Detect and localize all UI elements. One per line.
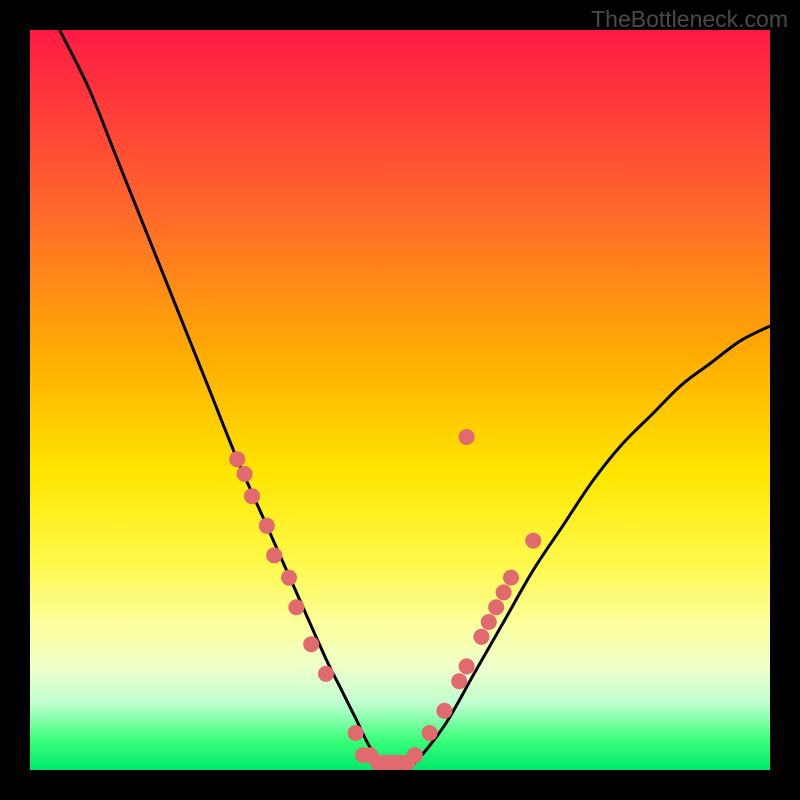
data-marker (422, 725, 438, 741)
data-marker (496, 584, 512, 600)
curve-path (60, 30, 770, 770)
data-marker (436, 703, 452, 719)
plot-area (30, 30, 770, 770)
data-marker (229, 451, 245, 467)
data-marker (244, 488, 260, 504)
data-marker (488, 599, 504, 615)
data-marker (259, 518, 275, 534)
data-marker (348, 725, 364, 741)
data-marker (281, 570, 297, 586)
data-marker (481, 614, 497, 630)
attribution-text: TheBottleneck.com (591, 6, 788, 33)
data-marker (318, 666, 334, 682)
data-marker (459, 429, 475, 445)
data-marker (237, 466, 253, 482)
data-markers (229, 429, 541, 770)
chart-svg (30, 30, 770, 770)
bottleneck-curve (60, 30, 770, 770)
data-marker (525, 533, 541, 549)
chart-container: TheBottleneck.com (0, 0, 800, 800)
data-marker (473, 629, 489, 645)
data-marker (503, 570, 519, 586)
data-marker (459, 658, 475, 674)
data-marker (451, 673, 467, 689)
data-marker (303, 636, 319, 652)
data-marker (407, 747, 423, 763)
data-marker (288, 599, 304, 615)
data-marker (266, 547, 282, 563)
